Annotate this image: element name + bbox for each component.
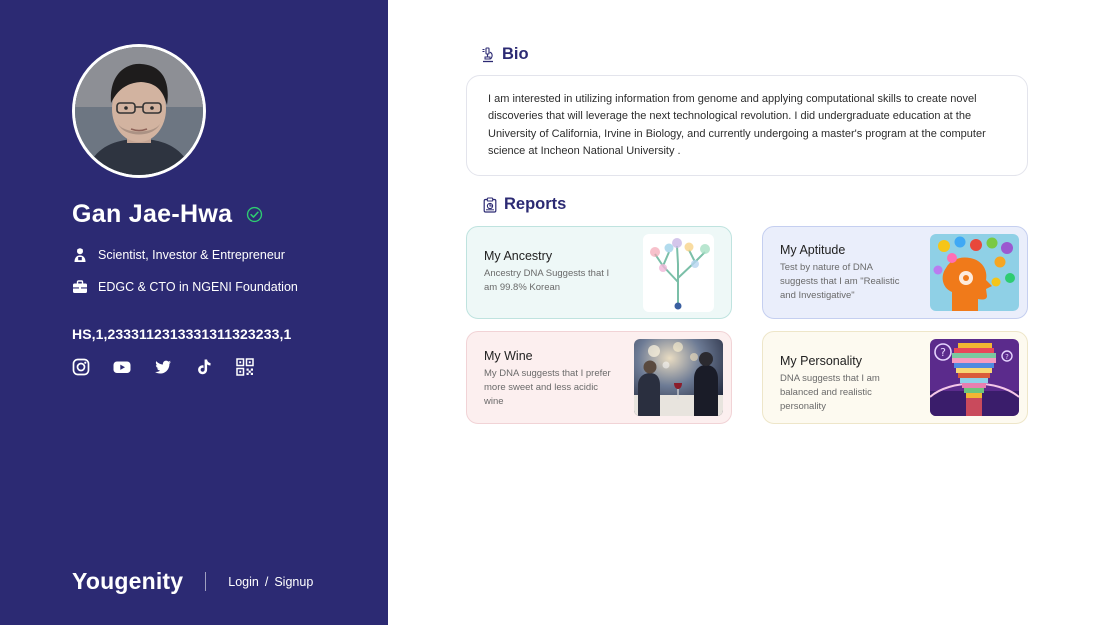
- svg-text:?: ?: [1005, 353, 1009, 361]
- social-links: [72, 358, 254, 376]
- bio-heading: Bio: [480, 45, 529, 64]
- hs-code: HS,1,2333112313331311323233,1: [72, 326, 292, 342]
- brand-divider: [205, 572, 207, 591]
- clipboard-report-icon: [482, 196, 498, 213]
- ancestry-tree-illustration: [643, 234, 714, 312]
- svg-text:?: ?: [940, 346, 946, 359]
- report-card-text: My Wine My DNA suggests that I prefer mo…: [484, 349, 612, 409]
- tiktok-icon[interactable]: [195, 358, 213, 376]
- scientist-icon: [72, 247, 88, 263]
- auth-separator: /: [264, 574, 269, 589]
- aptitude-brain-illustration: [930, 234, 1019, 311]
- report-card-description: My DNA suggests that I prefer more sweet…: [484, 368, 611, 407]
- report-card-aptitude[interactable]: My Aptitude Test by nature of DNA sugges…: [762, 226, 1028, 319]
- profile-organization: EDGC & CTO in NGENI Foundation: [98, 280, 298, 294]
- profile-name: Gan Jae-Hwa: [72, 200, 233, 228]
- report-card-text: My Personality DNA suggests that I am ba…: [780, 354, 908, 414]
- instagram-icon[interactable]: [72, 358, 90, 376]
- report-card-description: Ancestry DNA Suggests that I am 99.8% Ko…: [484, 268, 610, 293]
- profile-photo: [75, 47, 203, 175]
- profile-organization-row: EDGC & CTO in NGENI Foundation: [72, 279, 298, 295]
- report-card-text: My Ancestry Ancestry DNA Suggests that I…: [484, 249, 612, 295]
- brand-footer: Yougenity Login / Signup: [72, 568, 313, 595]
- bio-heading-label: Bio: [502, 45, 529, 63]
- report-card-ancestry[interactable]: My Ancestry Ancestry DNA Suggests that I…: [466, 226, 732, 319]
- verified-check-icon: [246, 206, 263, 223]
- briefcase-icon: [72, 279, 88, 295]
- report-card-title: My Ancestry: [484, 249, 553, 263]
- reports-heading: Reports: [482, 195, 566, 214]
- profile-title: Scientist, Investor & Entrepreneur: [98, 248, 285, 262]
- report-card-description: Test by nature of DNA suggests that I am…: [780, 262, 900, 301]
- reports-heading-label: Reports: [504, 195, 567, 213]
- signup-link[interactable]: Signup: [274, 575, 313, 589]
- personality-face-illustration: ? ?: [930, 339, 1019, 416]
- profile-title-row: Scientist, Investor & Entrepreneur: [72, 247, 285, 263]
- avatar: [72, 44, 206, 178]
- youtube-icon[interactable]: [113, 358, 131, 376]
- report-card-title: My Personality: [780, 354, 862, 368]
- report-card-text: My Aptitude Test by nature of DNA sugges…: [780, 243, 908, 303]
- profile-sidebar: Gan Jae-Hwa Scientist, Investor & Entrep…: [0, 0, 388, 625]
- auth-links: Login / Signup: [228, 575, 313, 589]
- brand-logo[interactable]: Yougenity: [72, 568, 183, 595]
- login-link[interactable]: Login: [228, 575, 259, 589]
- report-card-title: My Aptitude: [780, 243, 846, 257]
- qr-code-icon[interactable]: [236, 358, 254, 376]
- report-card-wine[interactable]: My Wine My DNA suggests that I prefer mo…: [466, 331, 732, 424]
- bio-card: I am interested in utilizing information…: [466, 75, 1028, 176]
- bio-text: I am interested in utilizing information…: [488, 93, 986, 157]
- report-card-title: My Wine: [484, 349, 533, 363]
- microscope-icon: [480, 46, 496, 63]
- report-card-description: DNA suggests that I am balanced and real…: [780, 373, 880, 412]
- profile-photo-graphic: [75, 47, 203, 175]
- report-card-personality[interactable]: My Personality DNA suggests that I am ba…: [762, 331, 1028, 424]
- twitter-icon[interactable]: [154, 358, 172, 376]
- profile-name-row: Gan Jae-Hwa: [72, 200, 263, 229]
- wine-dinner-photo: [634, 339, 723, 416]
